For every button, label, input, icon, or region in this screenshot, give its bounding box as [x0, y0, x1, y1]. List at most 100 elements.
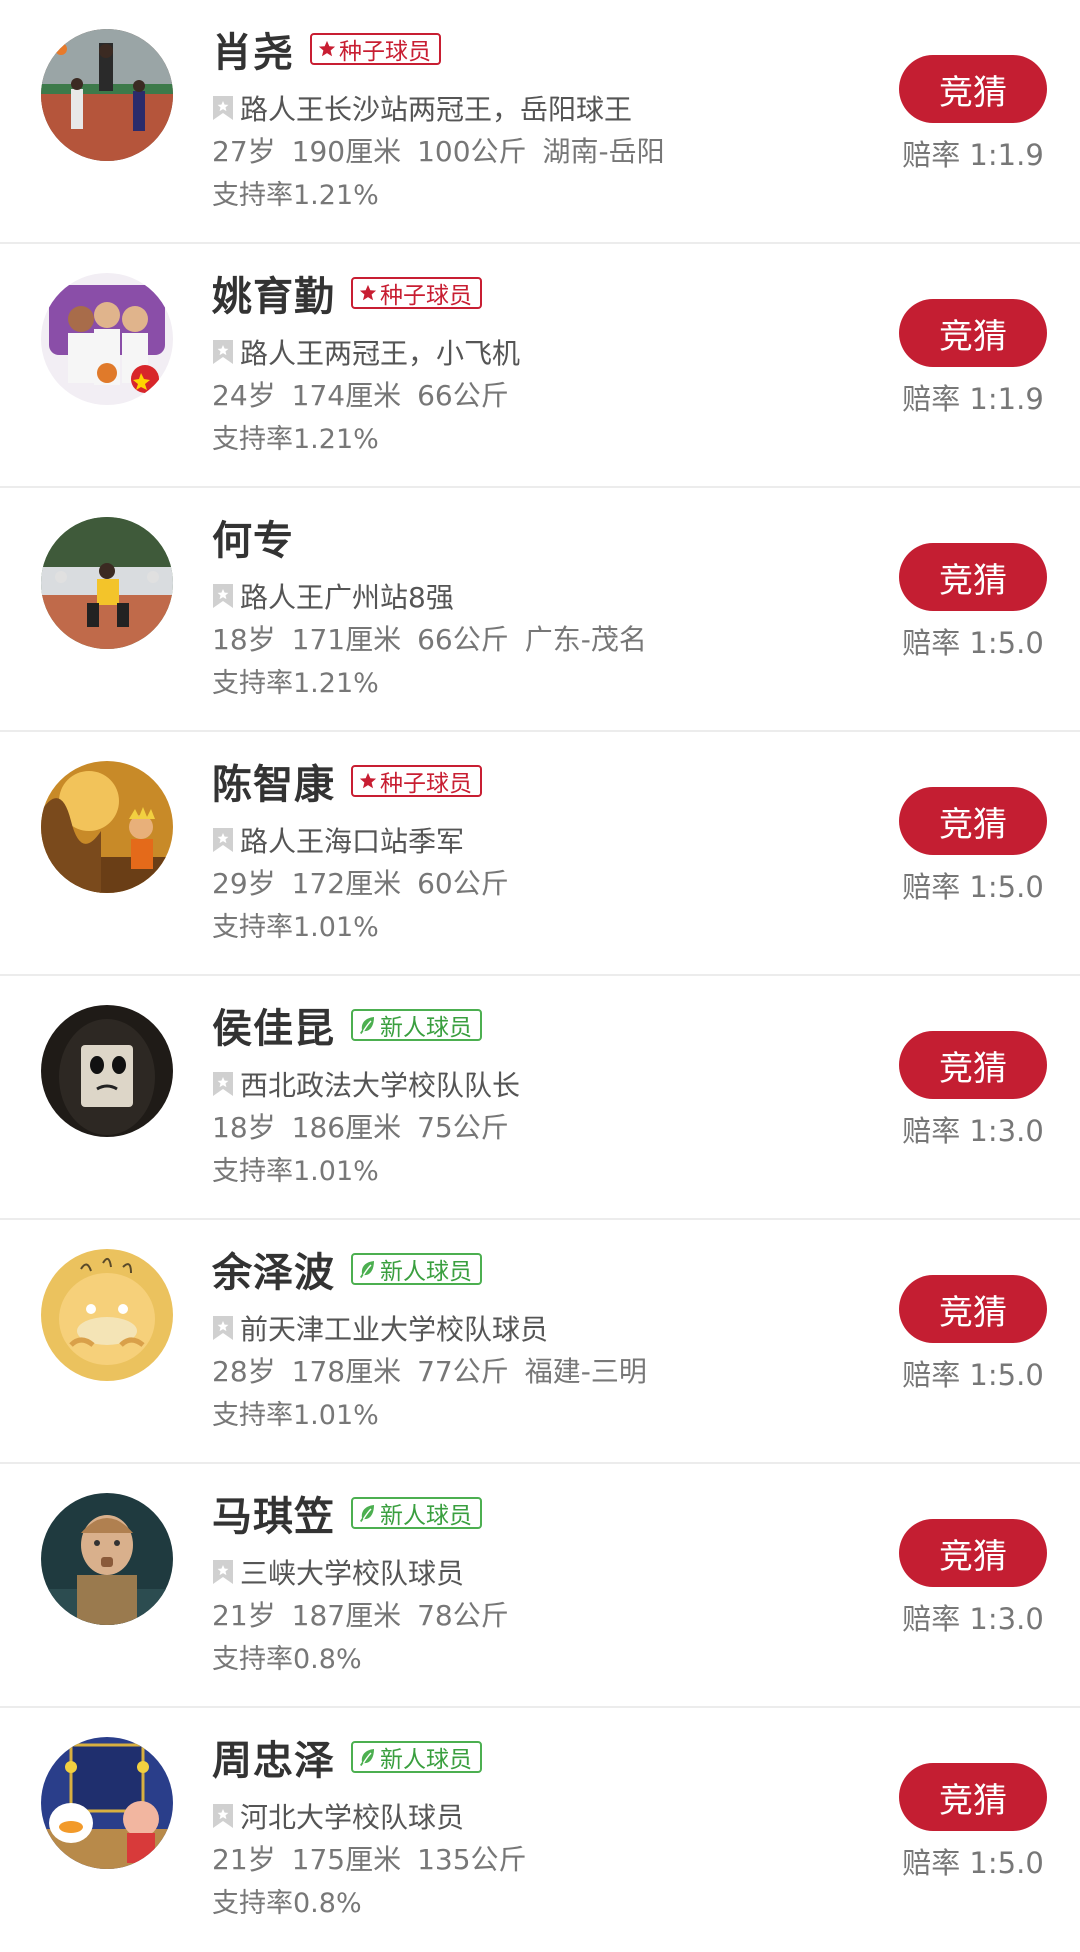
description-line: 西北政法大学校队队长	[212, 1062, 872, 1106]
bookmark-icon	[212, 1803, 234, 1829]
description-line: 路人王两冠王，小飞机	[212, 330, 872, 374]
player-row[interactable]: 余泽波 新人球员 前天津工业大学校队球员 28岁 178厘米 77公斤 福建-三明 支…	[0, 1220, 1080, 1464]
avatar[interactable]	[41, 1249, 173, 1381]
guess-button[interactable]: 竞猜	[899, 1031, 1047, 1099]
odds-text: 赔率 1:1.9	[902, 138, 1044, 172]
badge-label: 种子球员	[380, 771, 472, 797]
player-row[interactable]: 陈智康 种子球员 路人王海口站季军 29岁 172厘米 60公斤 支持率1.01% …	[0, 732, 1080, 976]
basketball-court-photo	[41, 29, 173, 161]
avatar[interactable]	[41, 273, 173, 405]
player-list: 肖尧 种子球员 路人王长沙站两冠王，岳阳球王 27岁 190厘米 100公斤 湖南-岳…	[0, 0, 1080, 1952]
support-rate: 支持率1.21%	[212, 668, 379, 699]
avatar[interactable]	[41, 1737, 173, 1869]
name-line: 肖尧 种子球员	[212, 18, 872, 80]
avatar[interactable]	[41, 517, 173, 649]
support-rate: 支持率1.01%	[212, 912, 379, 943]
description-line: 河北大学校队球员	[212, 1794, 872, 1838]
player-info: 姚育勤 种子球员 路人王两冠王，小飞机 24岁 174厘米 66公斤 支持率1.21…	[212, 262, 872, 462]
bookmark-icon	[212, 1315, 234, 1341]
stat-item: 21岁	[212, 1843, 276, 1876]
avatar[interactable]	[41, 1005, 173, 1137]
guess-button[interactable]: 竞猜	[899, 55, 1047, 123]
seed-player-badge: 种子球员	[351, 277, 482, 309]
yellow-duck-cartoon	[41, 1249, 173, 1381]
player-row[interactable]: 何专 路人王广州站8强 18岁 171厘米 66公斤 广东-茂名 支持率1.21% 竞…	[0, 488, 1080, 732]
odds-text: 赔率 1:1.9	[902, 382, 1044, 416]
player-description: 路人王海口站季军	[240, 825, 465, 858]
name-line: 余泽波 新人球员	[212, 1238, 872, 1300]
player-row[interactable]: 周忠泽 新人球员 河北大学校队球员 21岁 175厘米 135公斤 支持率0.8% …	[0, 1708, 1080, 1952]
leaf-icon	[359, 1503, 377, 1523]
bookmark-icon	[212, 339, 234, 365]
player-info: 余泽波 新人球员 前天津工业大学校队球员 28岁 178厘米 77公斤 福建-三明 支…	[212, 1238, 872, 1438]
player-name: 马琪笠	[212, 1494, 335, 1540]
leaf-icon	[359, 1747, 377, 1767]
avatar[interactable]	[41, 761, 173, 893]
odds-text: 赔率 1:3.0	[902, 1602, 1044, 1636]
stat-item: 66公斤	[417, 379, 509, 412]
support-rate: 支持率1.01%	[212, 1400, 379, 1431]
player-row[interactable]: 马琪笠 新人球员 三峡大学校队球员 21岁 187厘米 78公斤 支持率0.8% 竞…	[0, 1464, 1080, 1708]
boy-portrait-photo	[41, 1493, 173, 1625]
stat-item: 21岁	[212, 1599, 276, 1632]
player-stats: 18岁 171厘米 66公斤 广东-茂名	[212, 618, 872, 662]
new-player-badge: 新人球员	[351, 1009, 482, 1041]
stat-item: 28岁	[212, 1355, 276, 1388]
guess-button[interactable]: 竞猜	[899, 787, 1047, 855]
guess-button[interactable]: 竞猜	[899, 543, 1047, 611]
stat-item: 190厘米	[291, 135, 402, 168]
player-info: 侯佳昆 新人球员 西北政法大学校队队长 18岁 186厘米 75公斤 支持率1.01…	[212, 994, 872, 1194]
support-rate: 支持率0.8%	[212, 1888, 362, 1919]
support-rate: 支持率1.21%	[212, 180, 379, 211]
description-line: 路人王海口站季军	[212, 818, 872, 862]
player-stats: 24岁 174厘米 66公斤	[212, 374, 872, 418]
odds-text: 赔率 1:5.0	[902, 626, 1044, 660]
guess-button[interactable]: 竞猜	[899, 1763, 1047, 1831]
bookmark-icon	[212, 583, 234, 609]
badge-label: 新人球员	[380, 1503, 472, 1529]
player-name: 肖尧	[212, 30, 294, 76]
avatar[interactable]	[41, 29, 173, 161]
avatar[interactable]	[41, 1493, 173, 1625]
stat-item: 172厘米	[291, 867, 402, 900]
description-line: 前天津工业大学校队球员	[212, 1306, 872, 1350]
stat-item: 广东-茂名	[524, 623, 647, 656]
player-stats: 29岁 172厘米 60公斤	[212, 862, 872, 906]
player-stats: 18岁 186厘米 75公斤	[212, 1106, 872, 1150]
player-row[interactable]: 侯佳昆 新人球员 西北政法大学校队队长 18岁 186厘米 75公斤 支持率1.01…	[0, 976, 1080, 1220]
masked-face-photo	[41, 1005, 173, 1137]
odds-text: 赔率 1:3.0	[902, 1114, 1044, 1148]
stat-item: 178厘米	[291, 1355, 402, 1388]
description-line: 路人王长沙站两冠王，岳阳球王	[212, 86, 872, 130]
badge-label: 种子球员	[339, 39, 431, 65]
guess-button[interactable]: 竞猜	[899, 299, 1047, 367]
guess-button[interactable]: 竞猜	[899, 1275, 1047, 1343]
player-description: 路人王两冠王，小飞机	[240, 337, 521, 370]
player-stats: 21岁 187厘米 78公斤	[212, 1594, 872, 1638]
player-info: 马琪笠 新人球员 三峡大学校队球员 21岁 187厘米 78公斤 支持率0.8%	[212, 1482, 872, 1682]
player-info: 肖尧 种子球员 路人王长沙站两冠王，岳阳球王 27岁 190厘米 100公斤 湖南-岳…	[212, 18, 872, 218]
guess-button[interactable]: 竞猜	[899, 1519, 1047, 1587]
odds-text: 赔率 1:5.0	[902, 870, 1044, 904]
stat-item: 77公斤	[417, 1355, 509, 1388]
player-description: 三峡大学校队球员	[240, 1557, 465, 1590]
name-line: 周忠泽 新人球员	[212, 1726, 872, 1788]
player-row[interactable]: 姚育勤 种子球员 路人王两冠王，小飞机 24岁 174厘米 66公斤 支持率1.21…	[0, 244, 1080, 488]
stat-item: 福建-三明	[524, 1355, 647, 1388]
stat-item: 24岁	[212, 379, 276, 412]
stat-item: 187厘米	[291, 1599, 402, 1632]
badge-label: 新人球员	[380, 1259, 472, 1285]
badge-label: 新人球员	[380, 1747, 472, 1773]
stat-item: 75公斤	[417, 1111, 509, 1144]
player-description: 路人王广州站8强	[240, 581, 454, 614]
player-row[interactable]: 肖尧 种子球员 路人王长沙站两冠王，岳阳球王 27岁 190厘米 100公斤 湖南-岳…	[0, 0, 1080, 244]
star-icon	[318, 40, 336, 58]
player-stats: 27岁 190厘米 100公斤 湖南-岳阳	[212, 130, 872, 174]
player-name: 周忠泽	[212, 1738, 335, 1784]
stat-item: 18岁	[212, 1111, 276, 1144]
player-name: 何专	[212, 518, 294, 564]
leaf-icon	[359, 1015, 377, 1035]
new-player-badge: 新人球员	[351, 1253, 482, 1285]
player-stats: 28岁 178厘米 77公斤 福建-三明	[212, 1350, 872, 1394]
stat-item: 174厘米	[291, 379, 402, 412]
